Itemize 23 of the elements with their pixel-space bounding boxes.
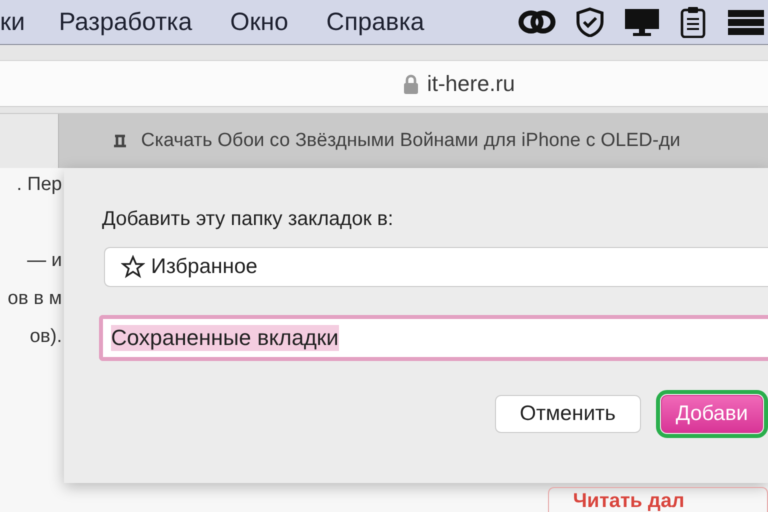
rings-icon bbox=[518, 8, 556, 36]
article-text: ов в м bbox=[8, 288, 62, 309]
stack-icon bbox=[726, 8, 766, 36]
dialog-prompt: Добавить эту папку закладок в: bbox=[102, 208, 394, 230]
folder-popup[interactable]: Избранное bbox=[104, 247, 768, 287]
star-icon bbox=[121, 255, 145, 279]
menu-item[interactable]: Окно bbox=[230, 8, 288, 36]
url-text: it-here.ru bbox=[426, 70, 516, 96]
article-text: — и bbox=[27, 250, 62, 271]
monitor-icon bbox=[624, 7, 660, 37]
menu-item[interactable]: ки bbox=[0, 8, 25, 36]
tab-logo-icon bbox=[113, 133, 127, 149]
name-field[interactable]: Сохраненные вкладки bbox=[99, 315, 768, 361]
clipboard-icon bbox=[680, 6, 706, 38]
menu-item[interactable]: Справка bbox=[326, 8, 424, 36]
browser-tab[interactable]: Скачать Обои со Звёздными Войнами для iPhone с OLED-ди bbox=[58, 114, 768, 168]
shield-check-icon bbox=[576, 7, 604, 37]
read-more-button[interactable]: Читать дал bbox=[548, 487, 768, 512]
article-text: . Пер bbox=[16, 174, 62, 195]
article-text: ов). bbox=[30, 326, 62, 347]
address-field[interactable]: it-here.ru bbox=[0, 60, 768, 107]
cancel-button[interactable]: Отменить bbox=[494, 395, 641, 433]
menu-item[interactable]: Разработка bbox=[58, 8, 192, 36]
